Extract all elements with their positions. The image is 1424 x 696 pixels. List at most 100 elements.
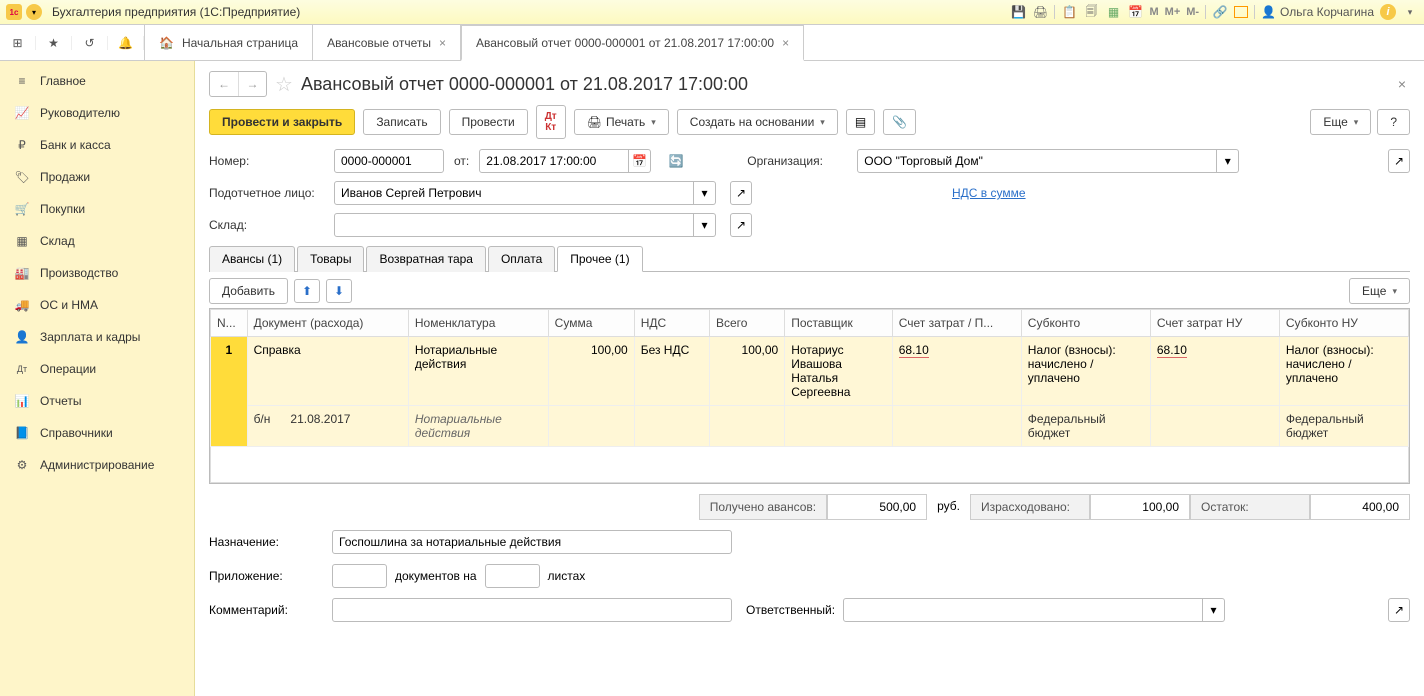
col-cost-acc-nu[interactable]: Счет затрат НУ — [1150, 310, 1279, 337]
person-input[interactable] — [334, 181, 694, 205]
sidebar-item-operations[interactable]: ДтОперации — [0, 353, 194, 385]
sidebar-item-reports[interactable]: 📊Отчеты — [0, 385, 194, 417]
col-cost-acc[interactable]: Счет затрат / П... — [892, 310, 1021, 337]
dropdown-icon[interactable]: ▾ — [694, 181, 716, 205]
link-icon[interactable]: 🔗 — [1212, 4, 1228, 20]
cell-sum[interactable]: 100,00 — [548, 337, 634, 406]
compare-icon[interactable]: 🗐 — [1083, 4, 1099, 20]
tab-returnable[interactable]: Возвратная тара — [366, 246, 486, 272]
nav-forward-button[interactable]: → — [238, 72, 266, 96]
favorites-icon[interactable]: ★ — [36, 36, 72, 50]
open-warehouse-button[interactable]: ↗ — [730, 213, 752, 237]
grid-more-button[interactable]: Еще▾ — [1349, 278, 1410, 304]
col-subconto[interactable]: Субконто — [1021, 310, 1150, 337]
user-indicator[interactable]: 👤 Ольга Корчагина — [1261, 5, 1374, 19]
sidebar-item-sales[interactable]: 🏷Продажи — [0, 161, 194, 193]
calendar-picker-icon[interactable]: 📅 — [629, 149, 651, 173]
grid-empty-area[interactable] — [210, 447, 1409, 483]
save-icon[interactable]: 💾 — [1010, 4, 1026, 20]
cell-subconto-nu2[interactable]: Федеральный бюджет — [1279, 406, 1408, 447]
tab-advances[interactable]: Авансы (1) — [209, 246, 295, 272]
docs-count-input[interactable] — [332, 564, 387, 588]
m-button[interactable]: М — [1149, 6, 1158, 18]
tab-advance-reports[interactable]: Авансовые отчеты × — [313, 25, 461, 60]
nav-back-button[interactable]: ← — [210, 72, 238, 96]
cell-doc[interactable]: Справка — [247, 337, 408, 406]
open-person-button[interactable]: ↗ — [730, 181, 752, 205]
date-input[interactable] — [479, 149, 629, 173]
table-row[interactable]: 1 Справка Нотариальные действия 100,00 Б… — [211, 337, 1409, 406]
m-minus-button[interactable]: М- — [1186, 6, 1199, 18]
sheets-count-input[interactable] — [485, 564, 540, 588]
tab-other[interactable]: Прочее (1) — [557, 246, 642, 272]
cell-cost-acc-nu[interactable]: 68.10 — [1150, 337, 1279, 406]
dtkt-button[interactable]: ДтКт — [536, 105, 566, 139]
apps-icon[interactable]: ⊞ — [0, 36, 36, 50]
col-doc[interactable]: Документ (расхода) — [247, 310, 408, 337]
number-input[interactable] — [334, 149, 444, 173]
sidebar-item-warehouse[interactable]: ▦Склад — [0, 225, 194, 257]
col-vat[interactable]: НДС — [634, 310, 709, 337]
sidebar-item-manager[interactable]: 📈Руководителю — [0, 97, 194, 129]
tab-payment[interactable]: Оплата — [488, 246, 555, 272]
print-button[interactable]: 🖨Печать▾ — [574, 109, 669, 135]
post-and-close-button[interactable]: Провести и закрыть — [209, 109, 355, 135]
cell-subconto-nu[interactable]: Налог (взносы): начислено / уплачено — [1279, 337, 1408, 406]
m-plus-button[interactable]: М+ — [1165, 6, 1181, 18]
cell-cost-acc[interactable]: 68.10 — [892, 337, 1021, 406]
sidebar-item-production[interactable]: 🏭Производство — [0, 257, 194, 289]
window-icon[interactable] — [1234, 6, 1248, 18]
info-dropdown-icon[interactable]: ▾ — [1402, 4, 1418, 20]
refresh-date-button[interactable]: 🔄 — [665, 149, 687, 173]
tab-goods[interactable]: Товары — [297, 246, 364, 272]
purpose-input[interactable] — [332, 530, 732, 554]
tab-advance-report-doc[interactable]: Авансовый отчет 0000-000001 от 21.08.201… — [461, 25, 804, 61]
col-subconto-nu[interactable]: Субконто НУ — [1279, 310, 1408, 337]
structure-button[interactable]: ▤ — [846, 109, 875, 135]
sidebar-item-purchases[interactable]: 🛒Покупки — [0, 193, 194, 225]
cell-subconto2[interactable]: Федеральный бюджет — [1021, 406, 1150, 447]
open-responsible-button[interactable]: ↗ — [1388, 598, 1410, 622]
col-n[interactable]: N... — [211, 310, 248, 337]
col-total[interactable]: Всего — [709, 310, 784, 337]
sidebar-item-hr[interactable]: 👤Зарплата и кадры — [0, 321, 194, 353]
calc-icon[interactable]: ▦ — [1105, 4, 1121, 20]
move-up-button[interactable]: ⬆ — [294, 279, 320, 303]
print-icon[interactable]: 🖨 — [1032, 4, 1048, 20]
open-org-button[interactable]: ↗ — [1388, 149, 1410, 173]
sidebar-item-admin[interactable]: ⚙Администрирование — [0, 449, 194, 481]
create-based-button[interactable]: Создать на основании▾ — [677, 109, 838, 135]
org-input[interactable] — [857, 149, 1217, 173]
favorite-star-icon[interactable]: ☆ — [275, 72, 293, 97]
cell-subconto[interactable]: Налог (взносы): начислено / уплачено — [1021, 337, 1150, 406]
calendar-icon[interactable]: 📅 — [1127, 4, 1143, 20]
cell-doc-no[interactable]: б/н 21.08.2017 — [247, 406, 408, 447]
app-dropdown-icon[interactable]: ▾ — [26, 4, 42, 20]
info-icon[interactable]: i — [1380, 4, 1396, 20]
more-button[interactable]: Еще▾ — [1310, 109, 1371, 135]
save-button[interactable]: Записать — [363, 109, 440, 135]
sidebar-item-assets[interactable]: 🚚ОС и НМА — [0, 289, 194, 321]
close-icon[interactable]: × — [439, 36, 446, 50]
sidebar-item-references[interactable]: 📘Справочники — [0, 417, 194, 449]
dropdown-icon[interactable]: ▾ — [1203, 598, 1225, 622]
sidebar-item-main[interactable]: ≡Главное — [0, 65, 194, 97]
col-sum[interactable]: Сумма — [548, 310, 634, 337]
copy-icon[interactable]: 📋 — [1061, 4, 1077, 20]
dropdown-icon[interactable]: ▾ — [694, 213, 716, 237]
cell-supplier[interactable]: Нотариус Ивашова Наталья Сергеевна — [785, 337, 893, 406]
notifications-icon[interactable]: 🔔 — [108, 36, 144, 50]
responsible-input[interactable] — [843, 598, 1203, 622]
help-button[interactable]: ? — [1377, 109, 1410, 135]
history-icon[interactable]: ↺ — [72, 36, 108, 50]
vat-in-sum-link[interactable]: НДС в сумме — [952, 186, 1026, 200]
cell-vat[interactable]: Без НДС — [634, 337, 709, 406]
move-down-button[interactable]: ⬇ — [326, 279, 352, 303]
warehouse-input[interactable] — [334, 213, 694, 237]
cell-nomen2[interactable]: Нотариальные действия — [408, 406, 548, 447]
dropdown-icon[interactable]: ▾ — [1217, 149, 1239, 173]
post-button[interactable]: Провести — [449, 109, 528, 135]
tab-home[interactable]: 🏠 Начальная страница — [145, 25, 313, 60]
col-nomen[interactable]: Номенклатура — [408, 310, 548, 337]
cell-total[interactable]: 100,00 — [709, 337, 784, 406]
